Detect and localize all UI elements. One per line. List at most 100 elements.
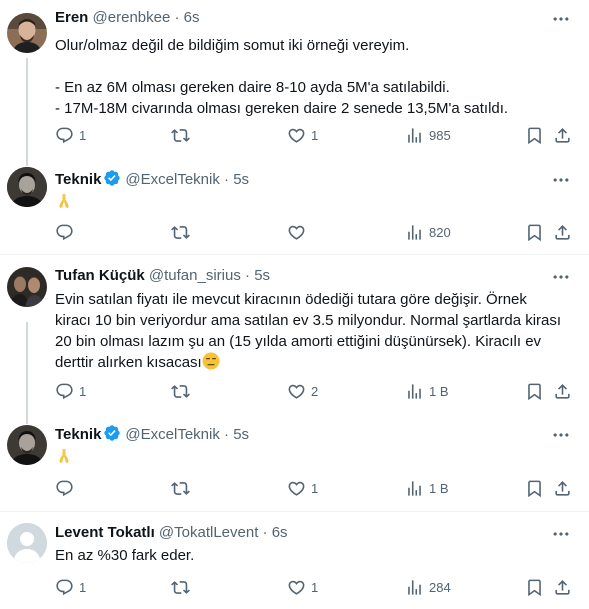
bookmark-button[interactable] — [525, 478, 544, 498]
retweet-button[interactable] — [171, 478, 195, 498]
bookmark-icon — [525, 578, 544, 597]
share-button[interactable] — [553, 222, 572, 242]
avatar[interactable] — [7, 167, 47, 207]
tweet-header: Teknik @ExcelTeknik · 5s — [55, 169, 249, 189]
text-line: derttir alırken kısacası — [55, 352, 575, 373]
user-handle[interactable]: @ExcelTeknik — [125, 426, 219, 443]
view-count: 1 B — [429, 480, 449, 496]
display-name[interactable]: Teknik — [55, 426, 101, 443]
retweet-icon — [171, 382, 190, 401]
views-button[interactable]: 1 B — [405, 478, 449, 498]
reply-button[interactable] — [55, 478, 79, 498]
display-name[interactable]: Eren — [55, 9, 88, 26]
heart-icon — [287, 126, 306, 145]
avatar[interactable] — [7, 523, 47, 563]
display-name[interactable]: Teknik — [55, 171, 101, 188]
separator-dot: · — [174, 9, 180, 26]
tweet-text — [55, 192, 575, 213]
timestamp[interactable]: 5s — [233, 426, 249, 443]
verified-badge-icon[interactable] — [103, 169, 121, 187]
share-icon — [553, 479, 572, 498]
timestamp[interactable]: 6s — [184, 9, 200, 26]
analytics-icon — [405, 382, 424, 401]
tweet-actions: 1 1 985 — [55, 125, 577, 145]
like-count: 1 — [311, 480, 319, 496]
text-line: En az %30 fark eder. — [55, 547, 195, 564]
verified-badge-icon[interactable] — [103, 424, 121, 442]
share-button[interactable] — [553, 381, 572, 401]
bookmark-button[interactable] — [525, 125, 544, 145]
tweet-text — [55, 447, 575, 468]
text-line: - En az 6M olması gereken daire 8-10 ayd… — [55, 79, 450, 96]
share-button[interactable] — [553, 478, 572, 498]
share-icon — [553, 382, 572, 401]
view-count: 985 — [429, 127, 451, 143]
bookmark-button[interactable] — [525, 381, 544, 401]
avatar[interactable] — [7, 267, 47, 307]
bookmark-icon — [525, 126, 544, 145]
text-line: Evin satılan fiyatı ile mevcut kiracının… — [55, 291, 527, 308]
reply-count: 1 — [79, 383, 87, 399]
text-line: 20 bin olması lazım şu an (15 yılda amor… — [55, 333, 542, 350]
view-count: 820 — [429, 224, 451, 240]
timestamp[interactable]: 5s — [233, 171, 249, 188]
reply-button[interactable]: 1 — [55, 577, 86, 597]
retweet-icon — [171, 223, 190, 242]
separator-dot: · — [224, 426, 230, 443]
text-line: Olur/olmaz değil de bildiğim somut iki ö… — [55, 37, 410, 54]
like-button[interactable]: 2 — [287, 381, 318, 401]
views-button[interactable]: 284 — [405, 577, 451, 597]
avatar[interactable] — [7, 13, 47, 53]
reply-icon — [55, 479, 74, 498]
text-line: - 17M-18M civarında olması gereken daire… — [55, 100, 509, 117]
tweet-header: Teknik @ExcelTeknik · 5s — [55, 424, 249, 444]
avatar[interactable] — [7, 425, 47, 465]
share-icon — [553, 126, 572, 145]
bookmark-button[interactable] — [525, 222, 544, 242]
more-icon[interactable] — [551, 524, 571, 544]
reply-button[interactable]: 1 — [55, 381, 86, 401]
more-icon[interactable] — [551, 170, 571, 190]
more-icon[interactable] — [551, 267, 571, 287]
default-profile-icon — [7, 523, 47, 563]
retweet-button[interactable] — [171, 577, 195, 597]
display-name[interactable]: Levent Tokatlı — [55, 524, 155, 541]
timestamp[interactable]: 6s — [272, 524, 288, 541]
views-button[interactable]: 1 B — [405, 381, 449, 401]
heart-icon — [287, 223, 306, 242]
more-icon[interactable] — [551, 425, 571, 445]
views-button[interactable]: 820 — [405, 222, 451, 242]
share-icon — [553, 578, 572, 597]
views-button[interactable]: 985 — [405, 125, 451, 145]
reply-button[interactable]: 1 — [55, 125, 86, 145]
like-button[interactable] — [287, 222, 311, 242]
user-handle[interactable]: @tufan_sirius — [149, 267, 241, 284]
timestamp[interactable]: 5s — [254, 267, 270, 284]
text-segment: derttir alırken kısacası — [55, 354, 202, 371]
reply-button[interactable] — [55, 222, 79, 242]
tweet-text: Olur/olmaz değil de bildiğim somut iki ö… — [55, 35, 575, 119]
display-name[interactable]: Tufan Küçük — [55, 267, 145, 284]
divider — [0, 254, 589, 255]
share-button[interactable] — [553, 125, 572, 145]
like-button[interactable]: 1 — [287, 577, 318, 597]
like-count: 2 — [311, 383, 319, 399]
more-icon[interactable] — [551, 9, 571, 29]
user-handle[interactable]: @ExcelTeknik — [125, 171, 219, 188]
share-button[interactable] — [553, 577, 572, 597]
retweet-icon — [171, 479, 190, 498]
retweet-button[interactable] — [171, 222, 195, 242]
user-handle[interactable]: @TokatlLevent — [159, 524, 258, 541]
reply-icon — [55, 382, 74, 401]
retweet-button[interactable] — [171, 381, 195, 401]
reply-count: 1 — [79, 127, 87, 143]
user-handle[interactable]: @erenbkee — [93, 9, 171, 26]
analytics-icon — [405, 223, 424, 242]
like-button[interactable]: 1 — [287, 125, 318, 145]
separator-dot: · — [245, 267, 251, 284]
like-button[interactable]: 1 — [287, 478, 318, 498]
bookmark-button[interactable] — [525, 577, 544, 597]
retweet-button[interactable] — [171, 125, 195, 145]
bookmark-icon — [525, 382, 544, 401]
thread-connector — [26, 322, 28, 424]
